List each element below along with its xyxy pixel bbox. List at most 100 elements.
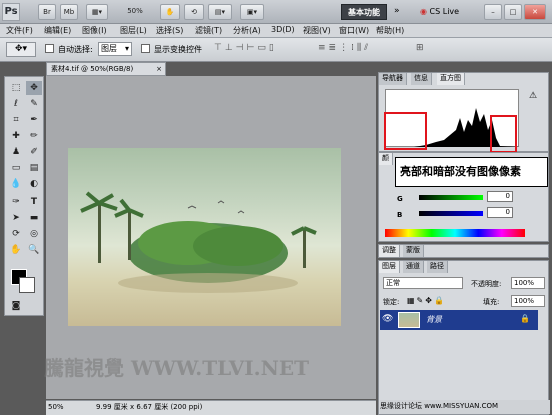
tab-masks[interactable]: 蒙版 — [403, 245, 424, 257]
tab-navigator[interactable]: 导航器 — [379, 73, 407, 85]
distribute-icons[interactable]: ≡≣⋮⁞⫼⫽ — [318, 43, 408, 55]
warning-icon[interactable]: ⚠ — [529, 91, 537, 101]
fill-field[interactable]: 100% — [511, 295, 545, 307]
move-tool-icon[interactable]: ✥ — [26, 81, 42, 95]
blend-mode-value: 正常 — [386, 279, 400, 287]
blend-mode-select[interactable]: 正常 — [383, 277, 463, 289]
close-button[interactable]: ✕ — [524, 4, 546, 20]
menu-analysis[interactable]: 分析(A) — [233, 25, 261, 36]
healing-brush-icon[interactable]: ✚ — [8, 129, 24, 143]
menu-bar: 文件(F) 编辑(E) 图像(I) 图层(L) 选择(S) 滤镜(T) 分析(A… — [0, 24, 552, 38]
menu-select[interactable]: 选择(S) — [156, 25, 183, 36]
marquee-tool-icon[interactable]: ⬚ — [8, 81, 24, 95]
crop-tool-icon[interactable]: ⌗ — [8, 113, 24, 127]
cs-live-button[interactable]: ◉ CS Live — [420, 5, 468, 19]
path-select-icon[interactable]: ➤ — [8, 211, 24, 225]
align-icons[interactable]: ⊤⊥⊣⊢▭▯ — [214, 43, 304, 55]
tab-histogram[interactable]: 直方图 — [437, 73, 465, 85]
gradient-tool-icon[interactable]: ▤ — [26, 161, 42, 175]
menu-window[interactable]: 窗口(W) — [339, 25, 369, 36]
blur-tool-icon[interactable]: 💧 — [8, 177, 24, 191]
photoshop-logo: Ps — [2, 3, 20, 21]
menu-edit[interactable]: 编辑(E) — [44, 25, 71, 36]
screen-mode-button[interactable]: ▣▾ — [240, 4, 264, 20]
eraser-tool-icon[interactable]: ▭ — [8, 161, 24, 175]
show-transform-label: 显示变换控件 — [154, 45, 202, 54]
menu-layer[interactable]: 图层(L) — [120, 25, 147, 36]
chevron-down-icon: ▾ — [124, 44, 129, 53]
tab-layers[interactable]: 图层 — [379, 261, 400, 273]
document-tab-title: 素材4.tif @ 50%(RGB/8) — [51, 65, 134, 73]
green-slider[interactable] — [419, 195, 483, 200]
layer-thumbnail — [398, 312, 420, 328]
tab-paths[interactable]: 路径 — [427, 261, 448, 273]
lock-icons[interactable]: ▦✎✥🔒 — [407, 296, 446, 305]
history-brush-icon[interactable]: ✐ — [26, 145, 42, 159]
status-zoom[interactable]: 50% — [48, 401, 64, 414]
hand-tool-icon[interactable]: ✋ — [8, 243, 24, 257]
menu-view[interactable]: 视图(V) — [303, 25, 331, 36]
background-color-swatch[interactable] — [19, 277, 35, 293]
lasso-tool-icon[interactable]: ℓ — [8, 97, 24, 111]
island-illustration — [80, 191, 317, 293]
3d-orbit-icon[interactable]: ◎ — [26, 227, 42, 241]
layer-row-background[interactable]: 👁 背景 🔒 — [380, 310, 538, 330]
auto-select-dropdown[interactable]: 图层 ▾ — [98, 42, 132, 56]
menu-help[interactable]: 帮助(H) — [376, 25, 404, 36]
quick-select-tool-icon[interactable]: ✎ — [26, 97, 42, 111]
lock-label: 锁定: — [383, 298, 400, 306]
toolbox: ⬚ ✥ ℓ ✎ ⌗ ✒ ✚ ✏ ♟ ✐ ▭ ▤ 💧 ◐ ✑ T ➤ ▬ ⟳ ◎ … — [4, 76, 44, 316]
color-label-b: B — [397, 211, 403, 219]
blue-value[interactable]: 0 — [487, 207, 513, 218]
rotate-view-button[interactable]: ⟲ — [184, 4, 204, 20]
tab-color[interactable]: 颜 — [379, 153, 393, 165]
workspace-button[interactable]: 基本功能 — [341, 4, 387, 20]
document-tab[interactable]: 素材4.tif @ 50%(RGB/8) × — [46, 62, 166, 76]
layer-name[interactable]: 背景 — [426, 314, 442, 325]
tab-info[interactable]: 信息 — [411, 73, 432, 85]
minimize-button[interactable]: – — [484, 4, 502, 20]
color-spectrum-bar[interactable] — [385, 229, 525, 237]
dark-area-highlight — [384, 112, 427, 150]
menu-3d[interactable]: 3D(D) — [271, 25, 295, 34]
hand-tool-button[interactable]: ✋ — [160, 4, 180, 20]
more-workspaces-icon[interactable]: » — [394, 6, 400, 16]
eye-icon[interactable]: 👁 — [382, 314, 393, 324]
blue-slider[interactable] — [419, 211, 483, 216]
auto-select-checkbox[interactable] — [45, 44, 54, 53]
clone-stamp-icon[interactable]: ♟ — [8, 145, 24, 159]
green-value[interactable]: 0 — [487, 191, 513, 202]
light-area-highlight — [490, 115, 517, 153]
tab-channels[interactable]: 通道 — [403, 261, 424, 273]
minibridge-button[interactable]: Mb — [60, 4, 78, 20]
pen-tool-icon[interactable]: ✑ — [8, 195, 24, 209]
move-tool-preset[interactable]: ✥▾ — [6, 42, 36, 57]
menu-filter[interactable]: 滤镜(T) — [195, 25, 222, 36]
shape-tool-icon[interactable]: ▬ — [26, 211, 42, 225]
3d-rotate-icon[interactable]: ⟳ — [8, 227, 24, 241]
brush-tool-icon[interactable]: ✏ — [26, 129, 42, 143]
close-tab-icon[interactable]: × — [156, 63, 162, 75]
auto-select-label: 自动选择: — [58, 45, 93, 54]
view-extras-button[interactable]: ▦▾ — [86, 4, 108, 20]
zoom-tool-icon[interactable]: 🔍 — [26, 243, 42, 257]
layers-panel: 图层 通道 路径 正常 不透明度: 100% 锁定: ▦✎✥🔒 填充: 100% — [378, 260, 549, 415]
menu-image[interactable]: 图像(I) — [82, 25, 107, 36]
auto-align-icon[interactable]: ⊞ — [416, 43, 436, 55]
menu-file[interactable]: 文件(F) — [6, 25, 33, 36]
opacity-field[interactable]: 100% — [511, 277, 545, 289]
dodge-tool-icon[interactable]: ◐ — [26, 177, 42, 191]
zoom-level-select[interactable]: 50% — [120, 4, 150, 20]
eyedropper-tool-icon[interactable]: ✒ — [26, 113, 42, 127]
quick-mask-icon[interactable]: ◙ — [8, 299, 24, 313]
type-tool-icon[interactable]: T — [26, 195, 42, 209]
show-transform-checkbox[interactable] — [141, 44, 150, 53]
tab-adjustments[interactable]: 调整 — [379, 245, 400, 257]
auto-select-value: 图层 — [101, 44, 117, 53]
arrange-documents-button[interactable]: ▤▾ — [208, 4, 232, 20]
maximize-button[interactable]: □ — [504, 4, 522, 20]
color-label-g: G — [397, 195, 403, 203]
document-image[interactable] — [68, 148, 341, 326]
bridge-button[interactable]: Br — [38, 4, 56, 20]
watermark-bottom: 思缘设计论坛 www.MISSYUAN.COM — [380, 400, 550, 414]
